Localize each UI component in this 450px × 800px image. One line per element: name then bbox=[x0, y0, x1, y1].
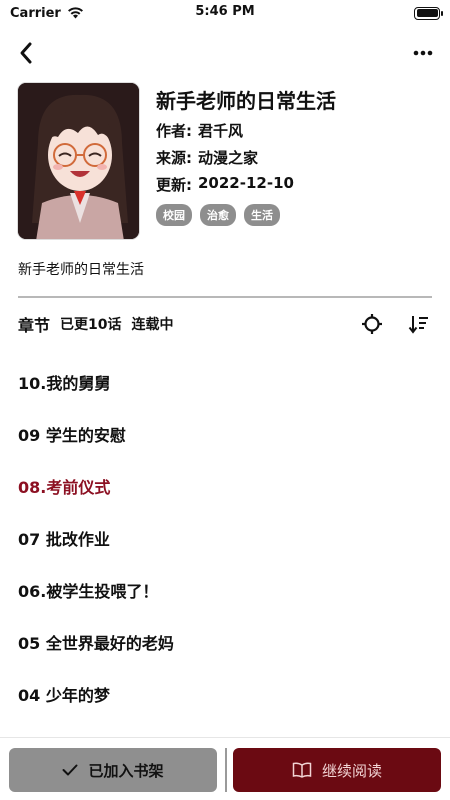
shelf-button-label: 已加入书架 bbox=[88, 761, 164, 780]
tag-list: 校园 治愈 生活 bbox=[156, 204, 280, 226]
battery-icon bbox=[414, 6, 443, 20]
comic-description: 新手老师的日常生活 bbox=[18, 262, 144, 278]
updated-row: 更新: 2022-12-10 bbox=[156, 174, 294, 195]
tag-chip[interactable]: 治愈 bbox=[200, 204, 236, 226]
updated-value: 2022-12-10 bbox=[198, 174, 294, 192]
status-left: Carrier bbox=[10, 6, 84, 21]
carrier-label: Carrier bbox=[10, 5, 61, 21]
chapter-item[interactable]: 04 少年的梦 bbox=[0, 668, 450, 720]
chapter-header: 章节 已更10话 连载中 bbox=[18, 312, 432, 336]
chapter-item-current[interactable]: 08.考前仪式 bbox=[0, 460, 450, 512]
source-value: 动漫之家 bbox=[198, 149, 259, 167]
chapter-item[interactable]: 06.被学生投喂了！ bbox=[0, 564, 450, 616]
comic-cover bbox=[17, 82, 140, 240]
comic-title: 新手老师的日常生活 bbox=[156, 89, 336, 113]
updated-label: 更新: bbox=[156, 176, 192, 194]
source-label: 来源: bbox=[156, 149, 192, 167]
chapter-item[interactable]: 10.我的舅舅 bbox=[0, 356, 450, 408]
wifi-icon bbox=[67, 7, 83, 19]
continue-reading-button[interactable]: 继续阅读 bbox=[233, 748, 441, 792]
status-bar: Carrier bbox=[0, 0, 450, 26]
chapter-list: 10.我的舅舅 09 学生的安慰 08.考前仪式 07 批改作业 06.被学生投… bbox=[0, 356, 450, 720]
chapter-item[interactable]: 07 批改作业 bbox=[0, 512, 450, 564]
cover-illustration bbox=[18, 83, 139, 239]
read-button-label: 继续阅读 bbox=[321, 761, 382, 780]
chapter-item[interactable]: 05 全世界最好的老妈 bbox=[0, 616, 450, 668]
more-button[interactable] bbox=[410, 38, 436, 68]
nav-bar bbox=[0, 36, 450, 70]
author-row: 作者: 君千风 bbox=[156, 120, 243, 141]
author-label: 作者: bbox=[156, 122, 192, 140]
chapter-item[interactable]: 09 学生的安慰 bbox=[0, 408, 450, 460]
tag-chip[interactable]: 生活 bbox=[244, 204, 280, 226]
locate-icon[interactable] bbox=[360, 312, 384, 336]
sort-icon[interactable] bbox=[408, 313, 430, 335]
added-to-shelf-button[interactable]: 已加入书架 bbox=[9, 748, 217, 792]
checkmark-icon bbox=[62, 764, 78, 776]
serial-status: 连载中 bbox=[131, 317, 174, 333]
divider bbox=[18, 296, 432, 298]
chapter-section-title: 章节 bbox=[18, 316, 51, 335]
source-row: 来源: 动漫之家 bbox=[156, 147, 258, 168]
bottom-action-bar: 已加入书架 继续阅读 bbox=[0, 737, 450, 800]
book-icon bbox=[292, 762, 312, 778]
author-value: 君千风 bbox=[198, 122, 244, 140]
back-button[interactable] bbox=[12, 38, 40, 68]
more-dots-icon bbox=[413, 50, 433, 56]
tag-chip[interactable]: 校园 bbox=[156, 204, 192, 226]
chevron-left-icon bbox=[20, 42, 32, 64]
chapter-count: 已更10话 bbox=[60, 317, 122, 333]
button-separator bbox=[225, 748, 227, 792]
